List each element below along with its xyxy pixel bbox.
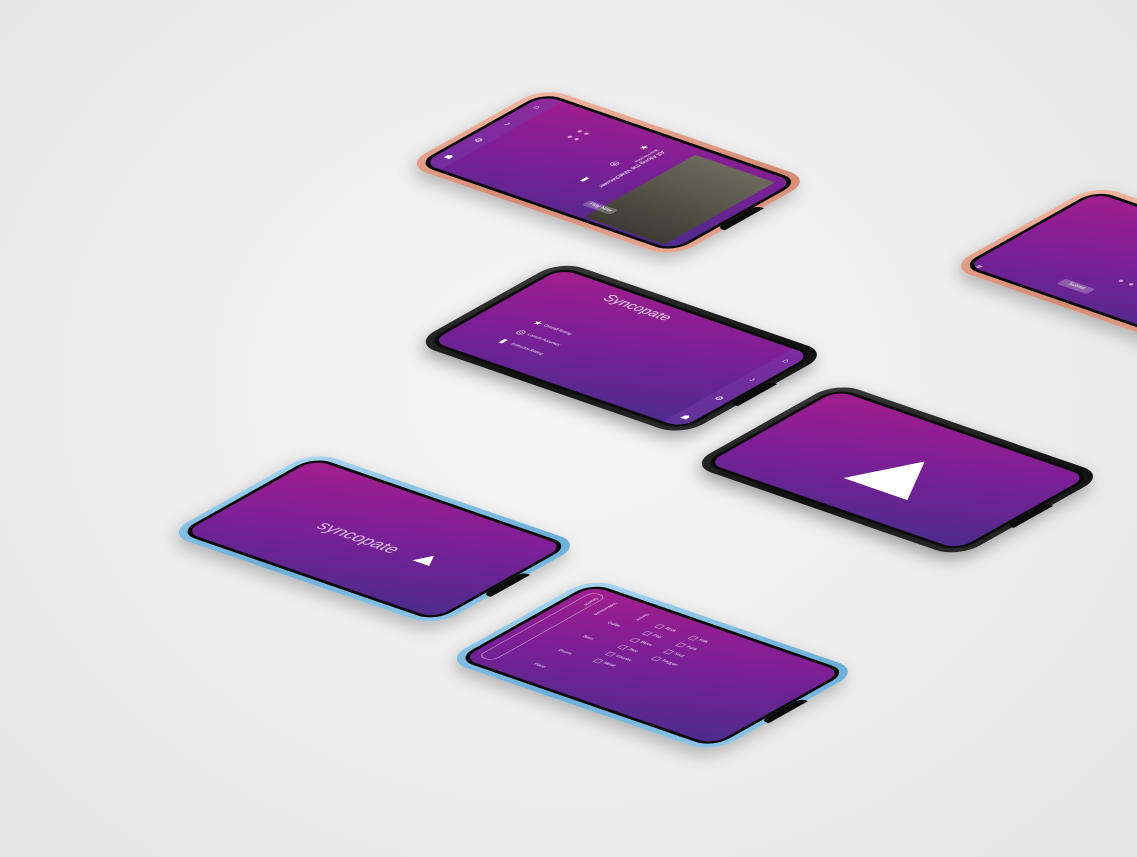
genre-soul[interactable]: Soul <box>672 652 685 658</box>
guitar-icon[interactable]: ♪ <box>500 120 517 128</box>
brand-logo-icon <box>412 552 443 566</box>
logo-screen <box>707 390 1088 550</box>
phone-splash-logo <box>689 382 1106 558</box>
menu-icon[interactable]: ≡ <box>973 264 986 270</box>
phone-ratings: ⌂ ♪ ⚙ ☗ Syncopate ★ Overall Rating ◎ Les… <box>413 260 830 436</box>
home-icon[interactable]: ⌂ <box>529 103 546 111</box>
section-genre: Genre <box>633 612 651 622</box>
menu-icon[interactable]: ≡ <box>660 246 673 250</box>
filter-screen: Search ✕ Instruments Genre Guitar Bass D… <box>462 585 843 745</box>
instrument-bass[interactable]: Bass <box>581 635 595 641</box>
guitar-icon[interactable]: ♪ <box>745 376 762 384</box>
genre-funk[interactable]: Funk <box>684 645 698 651</box>
home-icon[interactable]: ⌂ <box>778 357 795 365</box>
genre-jazz[interactable]: Jazz <box>626 647 640 653</box>
genre-pop[interactable]: Pop <box>651 634 663 639</box>
video-screen: ⌂ ♪ ⚙ ☗ All Along the Watchtower Jimi He… <box>422 95 795 250</box>
tab-bar: ⌂ ♪ ⚙ ☗ <box>422 95 563 170</box>
star-icon[interactable]: ★ <box>635 144 652 152</box>
instrument-piano[interactable]: Piano <box>532 662 548 668</box>
video-thumbnail[interactable] <box>584 154 776 245</box>
profile-icon[interactable]: ☗ <box>677 413 694 421</box>
genre-metal[interactable]: Metal <box>602 661 617 667</box>
target-icon[interactable]: ◎ <box>606 160 622 168</box>
settings-icon[interactable]: ⚙ <box>470 136 487 144</box>
settings-icon[interactable]: ⚙ <box>711 395 728 403</box>
genre-folk[interactable]: Folk <box>697 638 710 644</box>
rating-label-accuracy: Lesson Accuracy <box>525 333 562 347</box>
profile-icon[interactable]: ☗ <box>441 153 458 161</box>
ratings-screen: ⌂ ♪ ⚙ ☗ Syncopate ★ Overall Rating ◎ Les… <box>431 268 812 428</box>
submit-button[interactable]: Submit <box>1056 278 1096 295</box>
brand-logo-icon <box>843 450 957 501</box>
phone-splash-wordmark: syncopate <box>166 451 583 627</box>
brand-wordmark: syncopate <box>310 519 406 557</box>
mockup-stage: ⌂ ♪ ⚙ ☗ All Along the Watchtower Jimi He… <box>0 0 1137 857</box>
phone-video-player: ⌂ ♪ ⚙ ☗ All Along the Watchtower Jimi He… <box>404 86 813 258</box>
genre-rock[interactable]: Rock <box>663 627 678 633</box>
genre-reggae[interactable]: Reggae <box>660 659 680 667</box>
instrument-drums[interactable]: Drums <box>556 649 573 656</box>
section-instruments: Instruments <box>591 601 619 616</box>
splash-screen: syncopate <box>184 459 565 619</box>
phone-filter: Search ✕ Instruments Genre Guitar Bass D… <box>444 577 861 753</box>
genre-country[interactable]: Country <box>614 654 634 662</box>
genre-blues[interactable]: Blues <box>638 641 653 647</box>
rating-label-instructor: Instructor Rating <box>508 342 545 356</box>
rating-guitar-icon: ▮ <box>496 337 510 345</box>
instrument-guitar[interactable]: Guitar <box>605 621 621 628</box>
guitar-icon[interactable]: ▮ <box>578 176 592 183</box>
close-icon[interactable]: ✕ <box>468 662 481 668</box>
page-title: Syncopate <box>598 293 676 323</box>
rating-form-screen: ≡ ★ ◎ ▮ Submit <box>966 192 1137 352</box>
rating-label-overall: Overall Rating <box>541 323 574 336</box>
phone-rating-form: ≡ ★ ◎ ▮ Submit <box>948 184 1137 361</box>
